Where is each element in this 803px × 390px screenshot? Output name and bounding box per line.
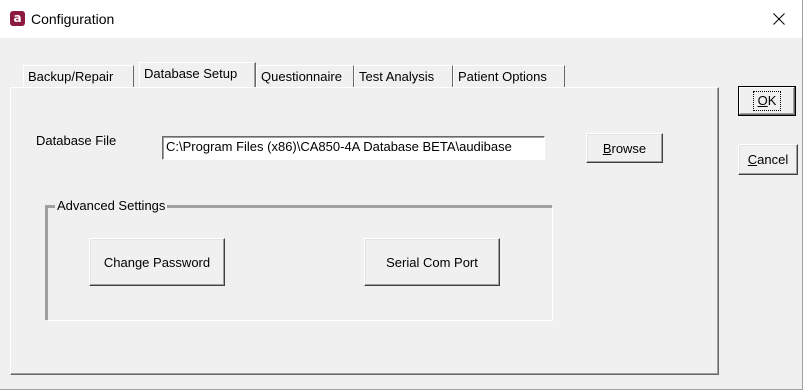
advanced-settings-title: Advanced Settings <box>55 198 168 214</box>
database-file-field[interactable]: C:\Program Files (x86)\CA850-4A Database… <box>162 136 545 160</box>
tab-database-setup[interactable]: Database Setup <box>139 62 256 87</box>
configuration-dialog: a Configuration Backup/Repair Database S… <box>0 0 803 390</box>
serial-com-port-button[interactable]: Serial Com Port <box>364 238 500 286</box>
ok-button-label: OK <box>752 91 782 111</box>
cancel-button[interactable]: Cancel <box>738 144 798 175</box>
window-title: Configuration <box>31 11 115 27</box>
close-icon <box>773 13 785 25</box>
database-file-label: Database File <box>36 133 117 148</box>
close-button[interactable] <box>756 0 802 38</box>
tab-backup-repair[interactable]: Backup/Repair <box>23 65 134 87</box>
browse-button[interactable]: Browse <box>586 133 663 163</box>
tab-questionnaire[interactable]: Questionnaire <box>256 65 354 87</box>
cancel-button-label: Cancel <box>747 152 789 167</box>
title-bar: a Configuration <box>0 0 802 38</box>
app-logo-icon: a <box>10 11 25 26</box>
tab-test-analysis[interactable]: Test Analysis <box>354 65 453 87</box>
ok-button[interactable]: OK <box>738 86 796 116</box>
change-password-label: Change Password <box>103 254 211 270</box>
browse-button-label: Browse <box>602 140 647 156</box>
serial-com-port-label: Serial Com Port <box>386 254 478 270</box>
tab-patient-options[interactable]: Patient Options <box>453 65 565 87</box>
change-password-button[interactable]: Change Password <box>89 238 225 286</box>
